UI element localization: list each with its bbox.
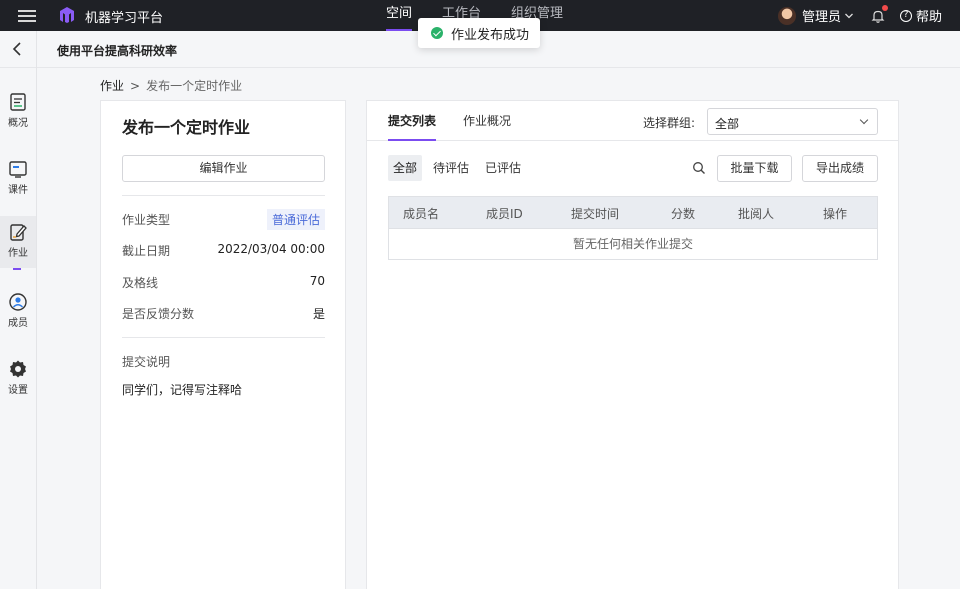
- feedback-value: 是: [312, 307, 325, 321]
- type-label: 作业类型: [122, 213, 171, 227]
- sidebar-label-courseware: 课件: [8, 185, 28, 196]
- platform-logo-icon: [60, 7, 74, 23]
- active-indicator: [13, 268, 21, 270]
- export-grades-button[interactable]: 导出成绩: [802, 155, 878, 182]
- empty-state-message: 暂无任何相关作业提交: [389, 228, 877, 259]
- search-icon[interactable]: [692, 161, 706, 175]
- assignment-detail-card: 发布一个定时作业 编辑作业 作业类型 普通评估 截止日期 2022/03/04 …: [100, 100, 346, 589]
- note-label: 提交说明: [122, 355, 171, 369]
- column-header: 批阅人: [738, 207, 775, 221]
- sidebar-item-courseware[interactable]: 课件: [0, 153, 36, 205]
- overview-icon: [10, 93, 26, 111]
- breadcrumb-current: 发布一个定时作业: [146, 79, 243, 93]
- breadcrumb-root[interactable]: 作业: [100, 79, 124, 93]
- chevron-down-icon[interactable]: [844, 11, 854, 21]
- nav-space[interactable]: 空间: [386, 0, 413, 31]
- divider: [122, 337, 325, 338]
- success-check-icon: [431, 27, 443, 39]
- column-header: 操作: [823, 207, 848, 221]
- help-button[interactable]: ? 帮助: [899, 6, 942, 25]
- deadline-label: 截止日期: [122, 244, 171, 258]
- column-header: 分数: [671, 207, 696, 221]
- assignment-icon: [10, 224, 27, 241]
- status-filters: 全部 待评估 已评估: [388, 155, 532, 181]
- submissions-card: 提交列表 作业概况 选择群组: 全部 全部 待评估 已评估 批量下载 导出成绩 …: [366, 100, 899, 589]
- type-tag: 普通评估: [266, 209, 325, 230]
- notification-dot: [881, 4, 888, 11]
- breadcrumb-separator: >: [130, 79, 141, 93]
- group-select-value: 全部: [715, 117, 740, 131]
- passline-label: 及格线: [122, 276, 159, 290]
- courseware-icon: [9, 161, 27, 178]
- sidebar-label-members: 成员: [8, 318, 28, 329]
- table-header: 成员名 成员ID 提交时间 分数 批阅人 操作: [389, 197, 877, 228]
- sidebar-label-assignment: 作业: [8, 248, 28, 259]
- filter-pending[interactable]: 待评估: [428, 155, 474, 181]
- sidebar-label-settings: 设置: [8, 385, 28, 396]
- note-text: 同学们，记得写注释哈: [122, 383, 243, 397]
- sidebar-item-settings[interactable]: 设置: [0, 353, 36, 405]
- hamburger-menu-icon[interactable]: [18, 7, 36, 23]
- assignment-title: 发布一个定时作业: [122, 118, 251, 137]
- info-row-feedback: 是否反馈分数 是: [122, 303, 325, 323]
- sidebar: 概况 课件 作业 成员 设置: [0, 68, 37, 589]
- group-select-label: 选择群组:: [643, 116, 696, 130]
- avatar[interactable]: [777, 6, 796, 25]
- help-label: 帮助: [915, 10, 942, 25]
- column-header: 成员名: [403, 207, 440, 221]
- feedback-label: 是否反馈分数: [122, 307, 195, 321]
- tab-bar: 提交列表 作业概况 选择群组: 全部: [367, 101, 898, 141]
- column-header: 成员ID: [486, 207, 523, 221]
- deadline-value: 2022/03/04 00:00: [217, 242, 325, 256]
- filter-all[interactable]: 全部: [388, 155, 423, 181]
- toast-message: 作业发布成功: [451, 27, 530, 43]
- tab-submission-list[interactable]: 提交列表: [388, 112, 437, 141]
- divider: [122, 195, 325, 196]
- back-arrow-icon[interactable]: [10, 41, 24, 57]
- divider: [36, 31, 37, 68]
- batch-download-button[interactable]: 批量下载: [717, 155, 792, 182]
- notification-bell-icon[interactable]: [870, 4, 888, 24]
- tab-assignment-overview[interactable]: 作业概况: [463, 112, 511, 141]
- space-title: 使用平台提高科研效率: [57, 44, 178, 58]
- success-toast: 作业发布成功: [418, 18, 540, 48]
- user-name[interactable]: 管理员: [802, 6, 841, 25]
- column-header: 提交时间: [571, 207, 620, 221]
- settings-icon: [10, 360, 26, 378]
- sidebar-label-overview: 概况: [8, 118, 28, 129]
- info-row-deadline: 截止日期 2022/03/04 00:00: [122, 240, 325, 260]
- info-row-passline: 及格线 70: [122, 272, 325, 292]
- app-title: 机器学习平台: [85, 11, 164, 26]
- main-content: 作业 > 发布一个定时作业 发布一个定时作业 编辑作业 作业类型 普通评估 截止日期…: [37, 68, 960, 589]
- sidebar-item-overview[interactable]: 概况: [0, 86, 36, 138]
- sidebar-item-members[interactable]: 成员: [0, 286, 36, 338]
- group-select[interactable]: 全部: [707, 108, 878, 135]
- sidebar-item-assignment[interactable]: 作业: [0, 216, 36, 270]
- passline-value: 70: [309, 274, 325, 288]
- help-question-icon: ?: [899, 9, 912, 22]
- user-area: 管理员 ? 帮助: [777, 0, 942, 31]
- edit-assignment-button[interactable]: 编辑作业: [122, 155, 325, 182]
- submissions-table: 成员名 成员ID 提交时间 分数 批阅人 操作 暂无任何相关作业提交: [388, 196, 878, 260]
- info-row-type: 作业类型 普通评估: [122, 209, 325, 230]
- filter-evaluated[interactable]: 已评估: [480, 155, 526, 181]
- members-icon: [9, 293, 27, 311]
- breadcrumb: 作业 > 发布一个定时作业: [100, 77, 242, 94]
- chevron-down-icon: [859, 115, 869, 125]
